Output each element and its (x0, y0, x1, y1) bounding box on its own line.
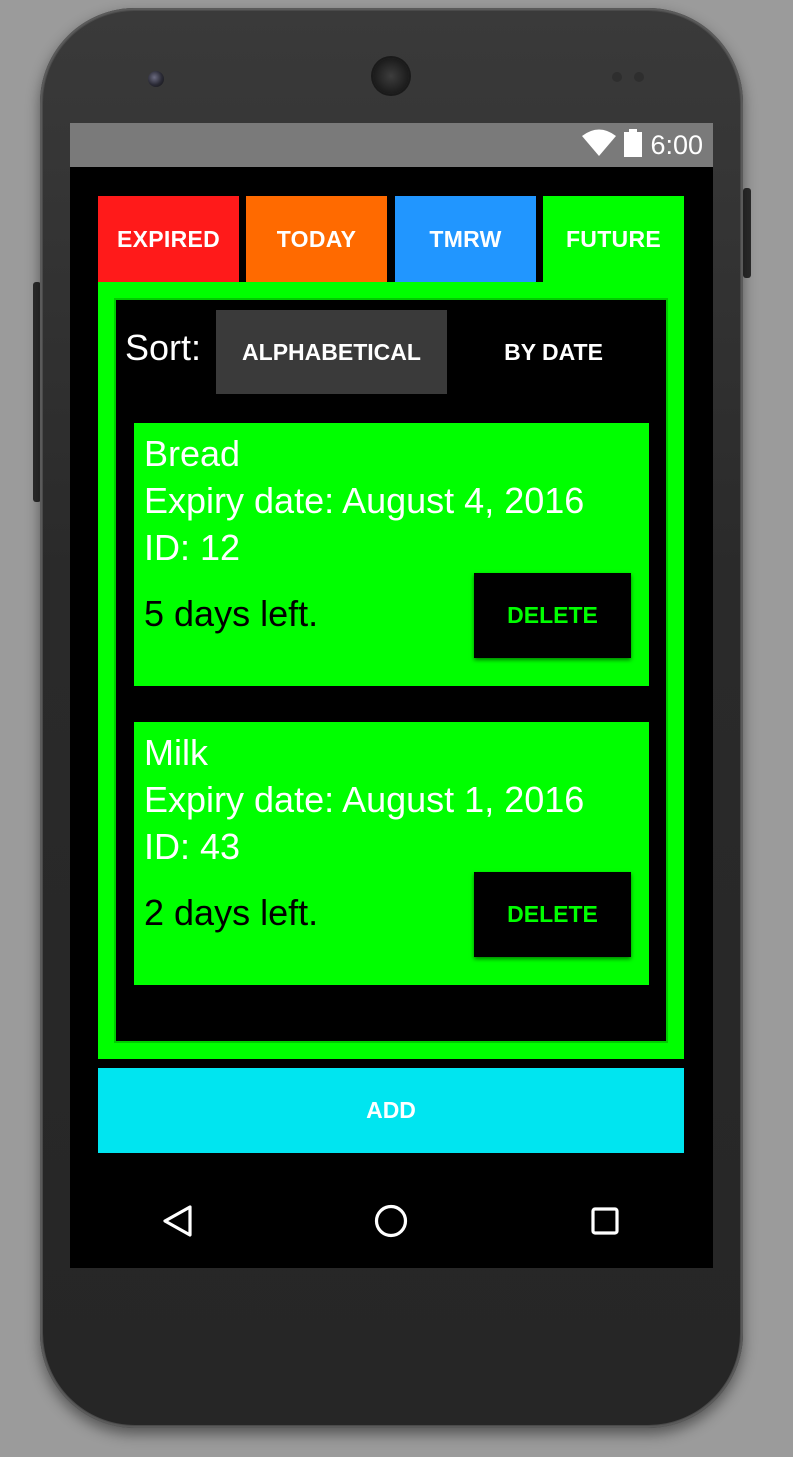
battery-icon (624, 128, 643, 162)
tab-expired[interactable]: EXPIRED (98, 196, 239, 282)
earpiece-speaker (373, 58, 409, 94)
item-days-left: 5 days left. (144, 593, 319, 634)
front-camera (148, 71, 164, 87)
power-button (743, 188, 751, 278)
item-list-container: Sort: ALPHABETICAL BY DATE Bread Expiry … (116, 300, 666, 1041)
delete-button[interactable]: DELETE (474, 573, 631, 658)
item-expiry: Expiry date: August 4, 2016 (144, 480, 585, 521)
item-id: ID: 43 (144, 826, 241, 867)
sort-label: Sort: (125, 327, 202, 368)
light-sensor (634, 72, 644, 82)
status-bar: 6:00 (70, 123, 713, 167)
home-icon[interactable] (369, 1199, 413, 1243)
navigation-bar (70, 1173, 713, 1268)
sort-by-date-button[interactable]: BY DATE (456, 310, 651, 394)
recents-icon[interactable] (583, 1199, 627, 1243)
item-expiry: Expiry date: August 1, 2016 (144, 779, 585, 820)
list-item: Bread Expiry date: August 4, 2016 ID: 12… (134, 423, 649, 686)
proximity-sensor (612, 72, 622, 82)
delete-button[interactable]: DELETE (474, 872, 631, 957)
item-name: Bread (144, 433, 241, 474)
item-id: ID: 12 (144, 527, 241, 568)
future-panel: Sort: ALPHABETICAL BY DATE Bread Expiry … (98, 282, 684, 1059)
wifi-icon (582, 129, 617, 162)
tab-bar: EXPIRED TODAY TMRW FUTURE (98, 196, 684, 282)
tab-future[interactable]: FUTURE (543, 196, 684, 282)
list-item: Milk Expiry date: August 1, 2016 ID: 43 … (134, 722, 649, 985)
tab-tmrw[interactable]: TMRW (395, 196, 536, 282)
item-days-left: 2 days left. (144, 892, 319, 933)
sort-alphabetical-button[interactable]: ALPHABETICAL (216, 310, 447, 394)
back-icon[interactable] (155, 1199, 199, 1243)
item-name: Milk (144, 732, 208, 773)
tab-today[interactable]: TODAY (246, 196, 387, 282)
clock: 6:00 (650, 129, 703, 160)
screen: 6:00 EXPIRED TODAY TMRW FUTURE Sort: ALP… (70, 123, 713, 1268)
add-button[interactable]: ADD (98, 1068, 684, 1153)
